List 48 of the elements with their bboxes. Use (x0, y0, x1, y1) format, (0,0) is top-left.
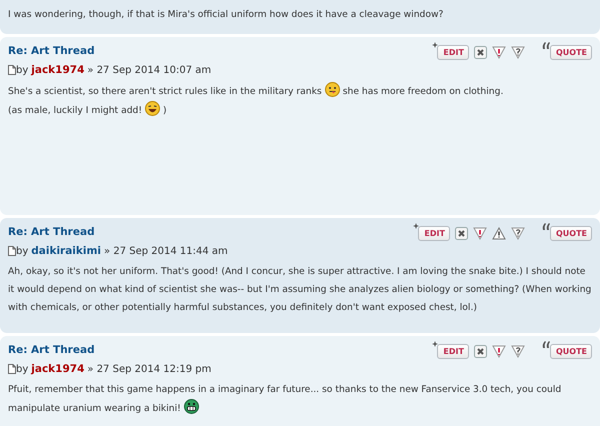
author-link[interactable]: daikiraikimi (31, 245, 102, 257)
byline-label: by (16, 246, 28, 256)
warning-icon[interactable] (492, 345, 506, 358)
author-link[interactable]: jack1974 (31, 363, 84, 375)
grinning-smiley-icon (184, 399, 199, 414)
close-icon[interactable] (454, 227, 468, 240)
quote-button[interactable]: QUOTE (550, 226, 592, 241)
quote-mark-icon (542, 42, 551, 49)
warning-icon[interactable] (492, 227, 506, 240)
author-link[interactable]: jack1974 (31, 64, 84, 76)
post-text: she has more freedom on clothing. (342, 86, 504, 97)
post-date: » 27 Sep 2014 10:07 am (87, 64, 212, 76)
smiley-icon (324, 82, 340, 97)
quote-mark-icon (542, 223, 551, 230)
edit-button[interactable]: EDIT (437, 45, 469, 60)
quote-button[interactable]: QUOTE (550, 45, 592, 60)
post-text: Ah, okay, so it's not her uniform. That's good! (And I concur, she is super attractive. I am loving the snake bite.) I should note it would depend on what kind of scientist she was-- but I'm assuming she analyzes alien biology or something? (When working with chemicals, or other potentially harmful substances, you definitely don't want exposed chest, lol.) (8, 266, 592, 313)
post-icon[interactable] (8, 65, 16, 75)
star-icon (432, 42, 438, 48)
quote-mark-icon (542, 341, 551, 348)
post-title[interactable]: Re: Art Thread (8, 226, 95, 238)
quote-button[interactable]: QUOTE (550, 344, 592, 359)
post-icon[interactable] (8, 364, 16, 374)
post-text: She's a scientist, so there aren't strict rules like in the military ranks (8, 86, 322, 97)
warning-icon[interactable] (472, 227, 487, 240)
star-icon (432, 341, 438, 347)
byline-label: by (16, 64, 28, 76)
star-icon (413, 223, 420, 229)
post-title[interactable]: Re: Art Thread (8, 45, 95, 57)
post-text: manipulate uranium wearing a bikini! (8, 403, 181, 414)
post-text: Pfuit, remember that this game happens in a imaginary far future... so thanks to the new Fanservice 3.0 tech, you could (8, 384, 562, 395)
post-text: (as male, luckily I might add! (8, 105, 142, 116)
laughing-smiley-icon (145, 101, 160, 116)
post-title[interactable]: Re: Art Thread (8, 344, 95, 356)
post-icon[interactable] (8, 246, 16, 256)
help-icon[interactable] (510, 345, 525, 358)
byline-label: by (16, 364, 28, 374)
warning-icon[interactable] (492, 46, 506, 59)
post-text: ) (163, 105, 167, 116)
post-date: » 27 Sep 2014 12:19 pm (87, 364, 212, 374)
post-date: » 27 Sep 2014 11:44 am (104, 246, 228, 256)
edit-button[interactable]: EDIT (418, 226, 450, 241)
close-icon[interactable] (474, 46, 487, 59)
help-icon[interactable] (510, 227, 525, 240)
close-icon[interactable] (474, 345, 487, 358)
post-text: I was wondering, though, if that is Mira's official uniform how does it have a cleavage window? (8, 9, 444, 20)
edit-button[interactable]: EDIT (437, 344, 469, 359)
help-icon[interactable] (510, 46, 525, 59)
